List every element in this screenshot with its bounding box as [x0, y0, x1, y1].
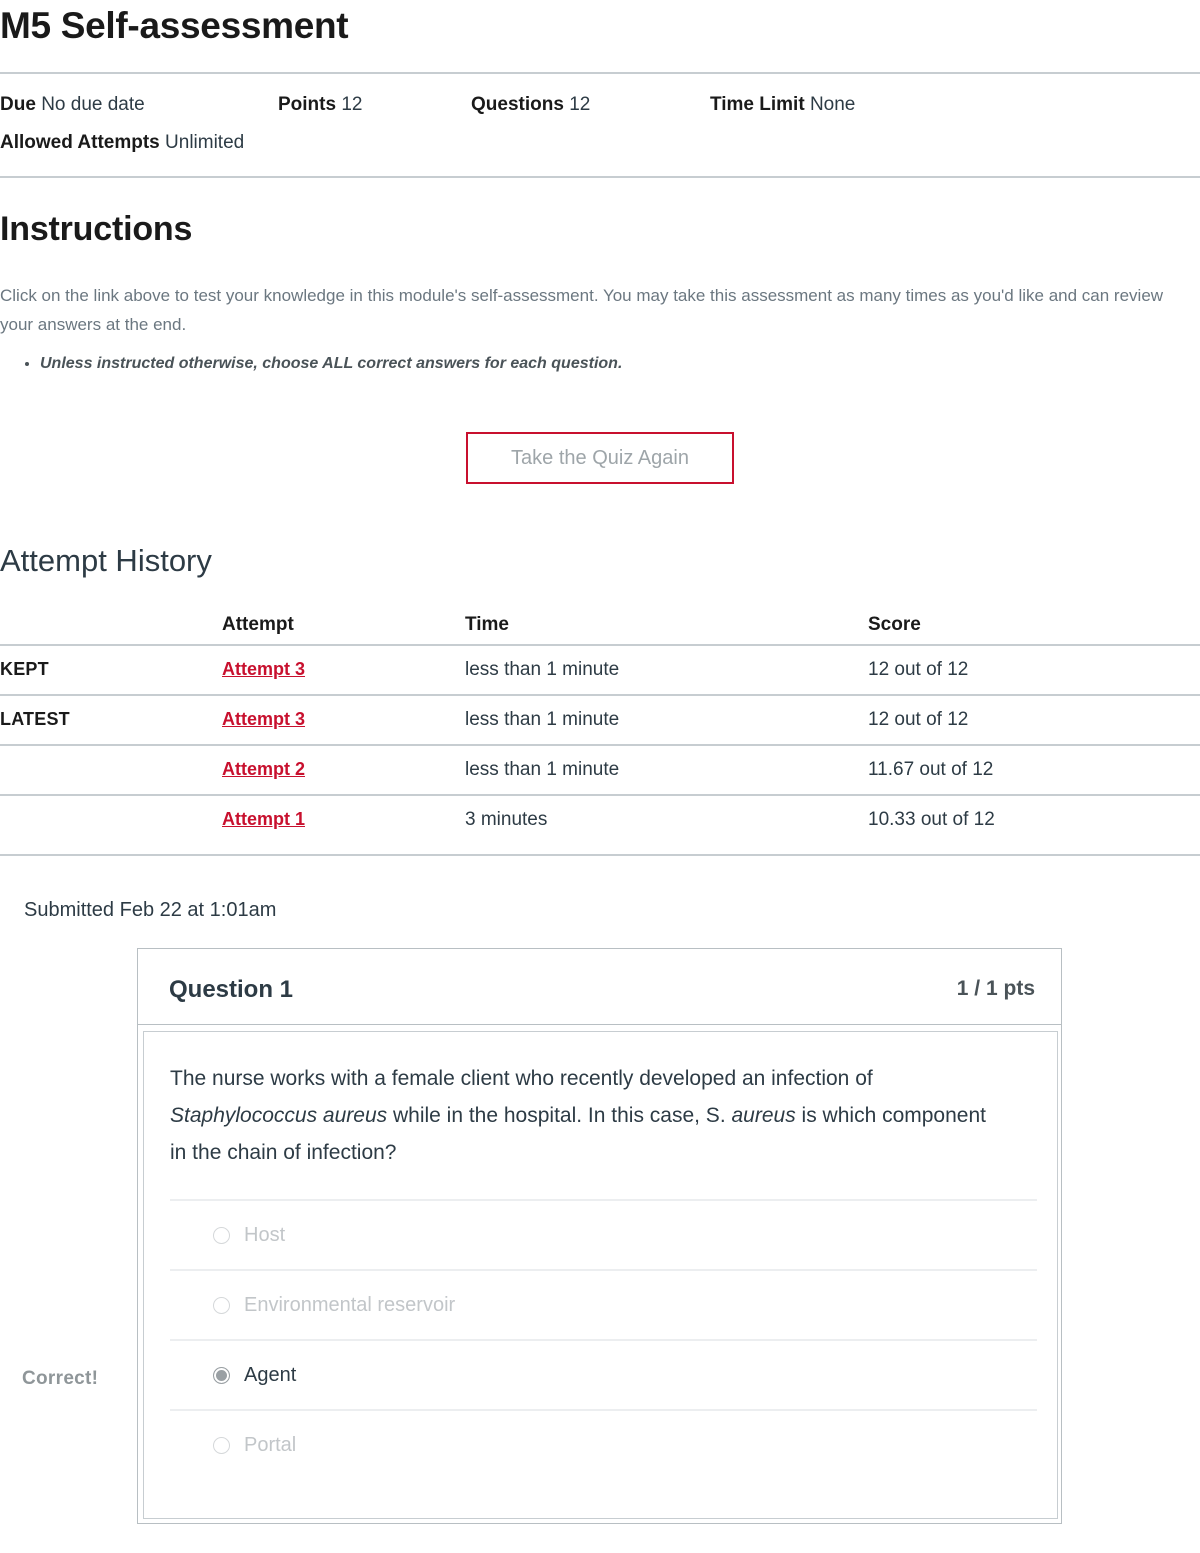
- question-answers-box: The nurse works with a female client who…: [143, 1031, 1058, 1519]
- instructions-heading: Instructions: [0, 210, 193, 248]
- attempt-history-heading: Attempt History: [0, 543, 212, 578]
- row-score: 10.33 out of 12: [868, 809, 995, 830]
- prompt-part-1: The nurse works with a female client who…: [170, 1067, 873, 1090]
- table-head: Attempt Time Score: [0, 606, 1200, 645]
- column-header-time: Time: [465, 614, 510, 635]
- meta-allowed-attempts: Allowed Attempts Unlimited: [0, 131, 244, 155]
- meta-allowed-attempts-key: Allowed Attempts: [0, 132, 160, 153]
- row-time: less than 1 minute: [465, 759, 620, 780]
- row-time: less than 1 minute: [465, 709, 620, 730]
- prompt-part-2: while in the hospital. In this case, S.: [387, 1104, 732, 1127]
- table-row: LATEST Attempt 3 less than 1 minute 12 o…: [0, 695, 1200, 745]
- meta-questions: Questions 12: [471, 93, 590, 117]
- question-body: The nurse works with a female client who…: [138, 1025, 1061, 1523]
- header-divider-top: [0, 72, 1200, 74]
- attempt-link[interactable]: Attempt 3: [222, 659, 305, 679]
- answer-option-environmental-reservoir[interactable]: Environmental reservoir: [170, 1269, 1037, 1339]
- radio-button-icon[interactable]: [213, 1227, 230, 1244]
- meta-time-limit-key: Time Limit: [710, 94, 805, 115]
- attempt-link[interactable]: Attempt 2: [222, 759, 305, 779]
- attempt-history-table: Attempt Time Score KEPT Attempt 3 less t…: [0, 606, 1200, 844]
- row-score: 12 out of 12: [868, 709, 969, 730]
- question-header: Question 1 1 / 1 pts: [138, 949, 1061, 1025]
- question-prompt: The nurse works with a female client who…: [170, 1060, 990, 1171]
- table-header-row: Attempt Time Score: [0, 606, 1200, 645]
- question-card: Question 1 1 / 1 pts The nurse works wit…: [137, 948, 1062, 1524]
- answer-correct-label: Correct!: [22, 1368, 99, 1389]
- answer-label: Agent: [244, 1364, 297, 1386]
- prompt-italic-2: aureus: [731, 1104, 796, 1127]
- meta-due: Due No due date: [0, 93, 145, 117]
- meta-questions-value: 12: [569, 94, 591, 115]
- row-time: 3 minutes: [465, 809, 548, 830]
- radio-button-icon[interactable]: [213, 1297, 230, 1314]
- radio-button-icon[interactable]: [213, 1437, 230, 1454]
- column-header-score: Score: [868, 614, 921, 635]
- question-title: Question 1: [169, 976, 294, 1003]
- question-points: 1 / 1 pts: [956, 977, 1035, 1000]
- meta-points-key: Points: [278, 94, 337, 115]
- instructions-bullet-list: Unless instructed otherwise, choose ALL …: [0, 352, 1140, 376]
- row-score: 11.67 out of 12: [868, 759, 994, 780]
- row-score: 12 out of 12: [868, 659, 969, 680]
- meta-due-value: No due date: [41, 94, 145, 115]
- attempt-link[interactable]: Attempt 1: [222, 809, 305, 829]
- meta-points: Points 12: [278, 93, 362, 117]
- take-quiz-again-button[interactable]: Take the Quiz Again: [466, 432, 734, 484]
- radio-button-selected-icon[interactable]: [213, 1367, 230, 1384]
- meta-allowed-attempts-value: Unlimited: [165, 132, 245, 153]
- instructions-body: Click on the link above to test your kno…: [0, 286, 1164, 334]
- list-item: Unless instructed otherwise, choose ALL …: [40, 352, 1140, 376]
- submitted-timestamp: Submitted Feb 22 at 1:01am: [24, 899, 277, 921]
- answer-label: Environmental reservoir: [244, 1294, 456, 1316]
- answer-label: Host: [244, 1224, 286, 1246]
- answer-option-host[interactable]: Host: [170, 1199, 1037, 1269]
- row-time: less than 1 minute: [465, 659, 620, 680]
- meta-time-limit: Time Limit None: [710, 93, 855, 117]
- meta-points-value: 12: [341, 94, 363, 115]
- prompt-italic-1: Staphylococcus aureus: [170, 1104, 388, 1127]
- table-body: KEPT Attempt 3 less than 1 minute 12 out…: [0, 645, 1200, 844]
- attempt-history-bottom-divider: [0, 854, 1200, 856]
- page-title: M5 Self-assessment: [0, 5, 349, 46]
- row-status-label: KEPT: [0, 659, 49, 679]
- column-header-status: [0, 606, 222, 645]
- header-divider-bottom: [0, 176, 1200, 178]
- column-header-attempt: Attempt: [222, 614, 294, 635]
- answer-options-list: Host Environmental reservoir Agent Porta…: [170, 1199, 1037, 1479]
- row-status-label: LATEST: [0, 709, 70, 729]
- table-row: Attempt 2 less than 1 minute 11.67 out o…: [0, 745, 1200, 795]
- meta-questions-key: Questions: [471, 94, 564, 115]
- attempt-link[interactable]: Attempt 3: [222, 709, 305, 729]
- answer-label: Portal: [244, 1434, 297, 1456]
- meta-time-limit-value: None: [809, 94, 856, 115]
- meta-due-key: Due: [0, 94, 36, 115]
- answer-option-portal[interactable]: Portal: [170, 1409, 1037, 1479]
- table-row: Attempt 1 3 minutes 10.33 out of 12: [0, 795, 1200, 844]
- table-row: KEPT Attempt 3 less than 1 minute 12 out…: [0, 645, 1200, 695]
- answer-option-agent[interactable]: Agent: [170, 1339, 1037, 1409]
